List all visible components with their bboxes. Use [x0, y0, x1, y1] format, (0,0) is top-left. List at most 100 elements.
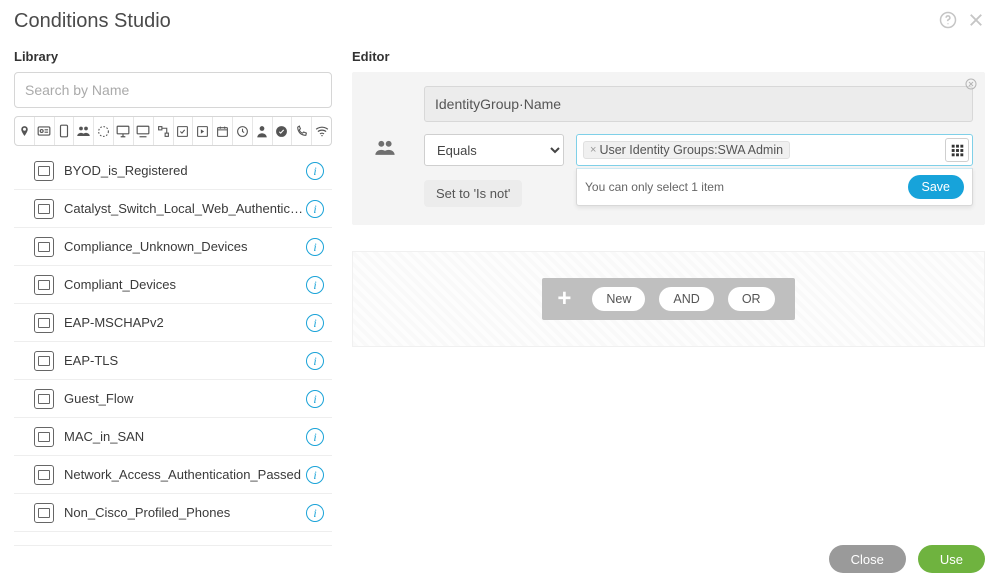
group-icon[interactable]: [74, 117, 94, 145]
library-title: Library: [14, 49, 332, 64]
plus-icon: +: [550, 285, 578, 313]
condition-label: BYOD_is_Registered: [64, 163, 306, 178]
info-icon[interactable]: i: [306, 352, 324, 370]
condition-type-icon: [34, 237, 54, 257]
drag-handle-icon[interactable]: [16, 311, 28, 335]
condition-type-icon: [34, 199, 54, 219]
filter-bar: [14, 116, 332, 146]
list-item[interactable]: BYOD_is_Registered i: [14, 152, 332, 190]
and-button[interactable]: AND: [659, 287, 713, 311]
condition-type-icon: [34, 161, 54, 181]
window-check-icon[interactable]: [174, 117, 194, 145]
clock-icon[interactable]: [233, 117, 253, 145]
condition-label: Compliance_Unknown_Devices: [64, 239, 306, 254]
list-item[interactable]: Guest_Flow i: [14, 380, 332, 418]
info-icon[interactable]: i: [306, 428, 324, 446]
dotted-circle-icon[interactable]: [94, 117, 114, 145]
value-dropdown: You can only select 1 item Save: [576, 168, 973, 206]
check-circle-icon[interactable]: [273, 117, 293, 145]
list-item[interactable]: Compliant_Devices i: [14, 266, 332, 304]
condition-type-icon: [34, 389, 54, 409]
badge-icon[interactable]: [35, 117, 55, 145]
dialog-header: Conditions Studio: [0, 0, 999, 39]
condition-editor: IdentityGroup·Name Equals × User Identit…: [352, 72, 985, 225]
condition-type-icon: [34, 275, 54, 295]
condition-label: Compliant_Devices: [64, 277, 306, 292]
editor-title: Editor: [352, 49, 985, 64]
location-pin-icon[interactable]: [15, 117, 35, 145]
info-icon[interactable]: i: [306, 314, 324, 332]
info-icon[interactable]: i: [306, 390, 324, 408]
value-picker-button[interactable]: [945, 138, 969, 162]
or-button[interactable]: OR: [728, 287, 775, 311]
condition-type-icon: [34, 351, 54, 371]
drag-handle-icon[interactable]: [16, 273, 28, 297]
desktop-icon[interactable]: [134, 117, 154, 145]
drag-handle-icon[interactable]: [16, 527, 28, 551]
new-condition-button[interactable]: New: [592, 287, 645, 311]
use-button[interactable]: Use: [918, 545, 985, 573]
identity-group-icon: [374, 138, 396, 159]
value-input[interactable]: × User Identity Groups:SWA Admin: [576, 134, 973, 166]
attribute-field[interactable]: IdentityGroup·Name: [424, 86, 973, 122]
condition-type-icon: [34, 465, 54, 485]
list-item[interactable]: EAP-TLS i: [14, 342, 332, 380]
value-chip[interactable]: × User Identity Groups:SWA Admin: [583, 141, 790, 159]
search-input[interactable]: [14, 72, 332, 108]
condition-label: Non_Cisco_Profiled_Phones: [64, 505, 306, 520]
save-button[interactable]: Save: [908, 175, 965, 199]
list-item[interactable]: MAC_in_SAN i: [14, 418, 332, 456]
condition-label: Guest_Flow: [64, 391, 306, 406]
info-icon[interactable]: i: [306, 238, 324, 256]
info-icon[interactable]: i: [306, 466, 324, 484]
list-item[interactable]: EAP-MSCHAPv2 i: [14, 304, 332, 342]
close-button[interactable]: Close: [829, 545, 906, 573]
list-item[interactable]: Catalyst_Switch_Local_Web_Authentication…: [14, 190, 332, 228]
list-item[interactable]: Non_Cisco_Profiled_Phones i: [14, 494, 332, 532]
drag-handle-icon[interactable]: [16, 425, 28, 449]
condition-type-icon: [34, 503, 54, 523]
attribute-value: IdentityGroup·Name: [435, 96, 561, 112]
dropdown-message: You can only select 1 item: [585, 180, 724, 194]
list-item[interactable]: [14, 532, 332, 546]
add-condition-area: + New AND OR: [352, 251, 985, 347]
operator-select[interactable]: Equals: [424, 134, 564, 166]
monitor-icon[interactable]: [114, 117, 134, 145]
library-panel: Library BYOD_is_Registered: [14, 39, 332, 546]
info-icon[interactable]: i: [306, 504, 324, 522]
list-item[interactable]: Network_Access_Authentication_Passed i: [14, 456, 332, 494]
wifi-icon[interactable]: [312, 117, 331, 145]
drag-handle-icon[interactable]: [16, 463, 28, 487]
condition-type-icon: [34, 427, 54, 447]
condition-type-icon: [34, 313, 54, 333]
calendar-icon[interactable]: [213, 117, 233, 145]
set-is-not-button[interactable]: Set to 'Is not': [424, 180, 522, 207]
list-item[interactable]: Compliance_Unknown_Devices i: [14, 228, 332, 266]
drag-handle-icon[interactable]: [16, 349, 28, 373]
help-icon[interactable]: [939, 11, 957, 32]
device-icon[interactable]: [55, 117, 75, 145]
dialog-title: Conditions Studio: [14, 10, 171, 33]
info-icon[interactable]: i: [306, 200, 324, 218]
flow-icon[interactable]: [154, 117, 174, 145]
phone-icon[interactable]: [292, 117, 312, 145]
drag-handle-icon[interactable]: [16, 501, 28, 525]
condition-label: Network_Access_Authentication_Passed: [64, 467, 306, 482]
drag-handle-icon[interactable]: [16, 197, 28, 221]
editor-panel: Editor IdentityGroup·Name Equals ×: [352, 39, 985, 546]
close-icon[interactable]: [967, 11, 985, 32]
drag-handle-icon[interactable]: [16, 235, 28, 259]
person-icon[interactable]: [253, 117, 273, 145]
chip-remove-icon[interactable]: ×: [590, 144, 596, 156]
condition-label: Catalyst_Switch_Local_Web_Authentication: [64, 201, 306, 216]
drag-handle-icon[interactable]: [16, 387, 28, 411]
info-icon[interactable]: i: [306, 276, 324, 294]
drag-handle-icon[interactable]: [16, 159, 28, 183]
info-icon[interactable]: i: [306, 162, 324, 180]
chip-label: User Identity Groups:SWA Admin: [599, 143, 783, 157]
window-arrow-icon[interactable]: [193, 117, 213, 145]
remove-condition-icon[interactable]: [965, 78, 977, 93]
condition-list: BYOD_is_Registered i Catalyst_Switch_Loc…: [14, 152, 332, 546]
condition-label: EAP-TLS: [64, 353, 306, 368]
condition-label: EAP-MSCHAPv2: [64, 315, 306, 330]
